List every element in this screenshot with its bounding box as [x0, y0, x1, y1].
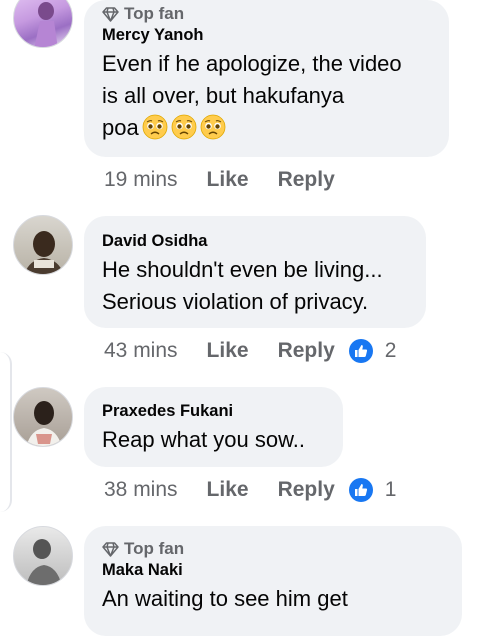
author-name[interactable]: Mercy Yanoh	[102, 26, 431, 45]
comment-timestamp[interactable]: 43 mins	[104, 339, 178, 363]
reply-button[interactable]: Reply	[278, 168, 335, 192]
comment-line: An waiting to see him get	[102, 586, 348, 611]
comment-line: Reap what you sow..	[102, 427, 306, 452]
comment-line: Serious violation of privacy.	[102, 289, 369, 314]
like-button[interactable]: Like	[207, 478, 249, 502]
diamond-icon	[102, 6, 119, 22]
comment-text: Reap what you sow..	[102, 424, 325, 456]
thumbs-up-icon[interactable]	[348, 339, 373, 363]
comment-line: He shouldn't even be living...	[102, 257, 383, 282]
comment-timestamp[interactable]: 38 mins	[104, 478, 178, 502]
author-name[interactable]: Praxedes Fukani	[102, 402, 325, 421]
avatar[interactable]	[13, 215, 73, 275]
top-fan-badge[interactable]: Top fan	[102, 4, 431, 24]
reply-button[interactable]: Reply	[278, 478, 335, 502]
comment-line: poa	[102, 115, 139, 140]
badge-label: Top fan	[124, 4, 185, 23]
reaction-count[interactable]: 1	[385, 478, 397, 502]
thread-connector-line	[0, 352, 12, 512]
comment-actions: 19 mins Like Reply	[104, 168, 349, 192]
reply-button[interactable]: Reply	[278, 339, 335, 363]
comment-actions: 38 mins Like Reply 1	[104, 478, 396, 502]
comment-text: He shouldn't even be living... Serious v…	[102, 254, 408, 318]
comment-bubble: Praxedes Fukani Reap what you sow..	[84, 387, 343, 467]
diamond-icon	[102, 541, 119, 557]
comment-timestamp[interactable]: 19 mins	[104, 168, 178, 192]
author-name[interactable]: David Osidha	[102, 232, 408, 251]
avatar[interactable]	[13, 387, 73, 447]
author-name[interactable]: Maka Naki	[102, 561, 444, 580]
like-button[interactable]: Like	[207, 339, 249, 363]
reaction-count[interactable]: 2	[385, 339, 397, 363]
comment-line: is all over, but hakufanya	[102, 83, 345, 108]
comment-bubble: David Osidha He shouldn't even be living…	[84, 216, 426, 328]
pleading-face-emoji	[142, 114, 168, 140]
comment-bubble: Top fan Mercy Yanoh Even if he apologize…	[84, 0, 449, 157]
comment-text: An waiting to see him get	[102, 583, 444, 615]
top-fan-badge[interactable]: Top fan	[102, 539, 444, 559]
badge-label: Top fan	[124, 539, 185, 558]
pleading-face-emoji	[171, 114, 197, 140]
avatar[interactable]	[13, 0, 73, 48]
comment-text: Even if he apologize, the video is all o…	[102, 48, 431, 144]
like-button[interactable]: Like	[207, 168, 249, 192]
comment-line: Even if he apologize, the video	[102, 51, 402, 76]
pleading-face-emoji	[200, 114, 226, 140]
avatar[interactable]	[13, 526, 73, 586]
comment-actions: 43 mins Like Reply 2	[104, 339, 396, 363]
comment-bubble: Top fan Maka Naki An waiting to see him …	[84, 526, 462, 636]
thumbs-up-icon[interactable]	[348, 478, 373, 502]
comment-line-with-emoji: poa	[102, 112, 431, 144]
